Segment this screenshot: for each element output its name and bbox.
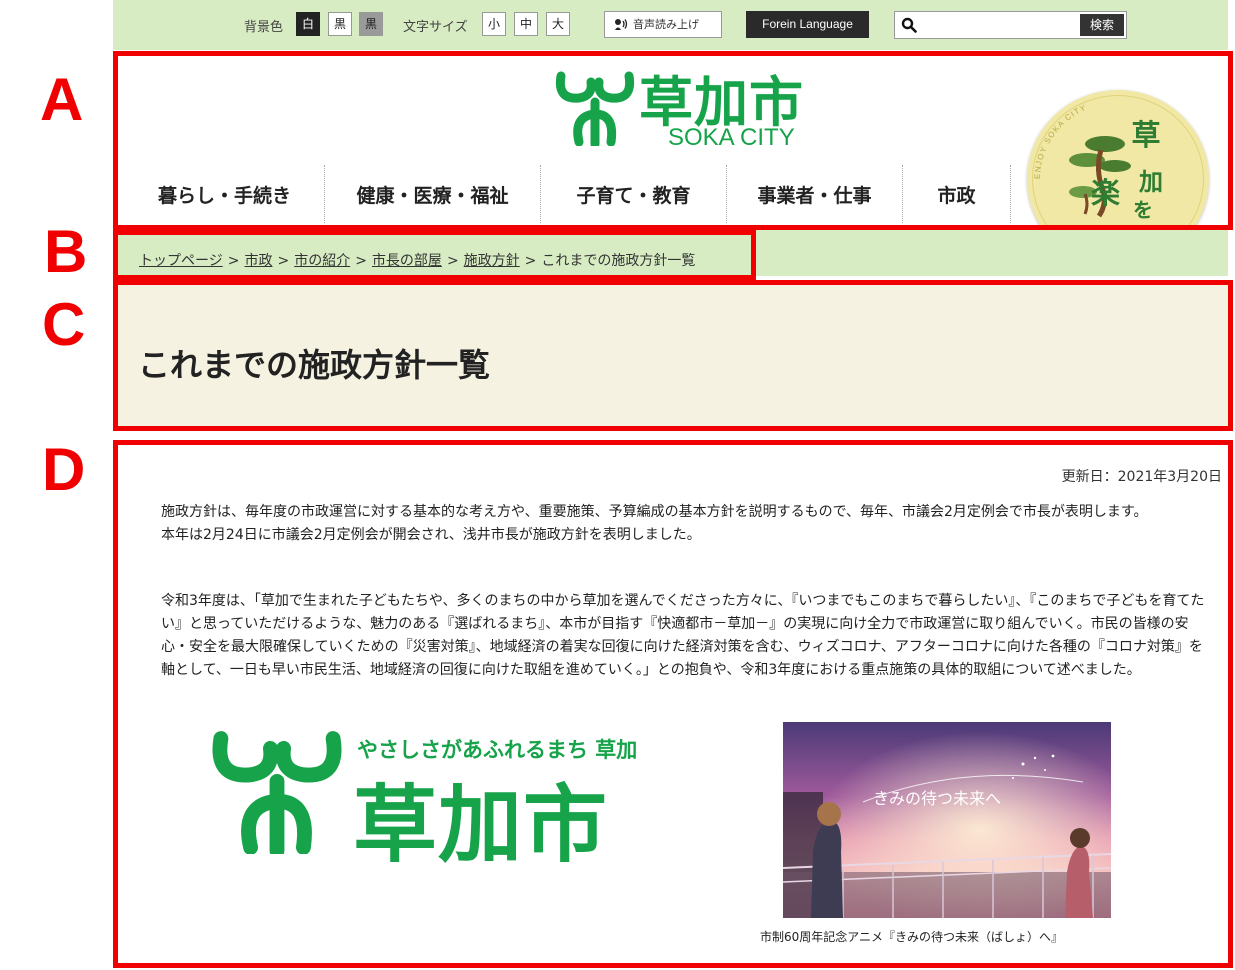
voice-readout-button[interactable]: 音声読み上げ: [604, 11, 722, 38]
badge-char-wo: を: [1133, 198, 1153, 222]
annotation-letter-b: B: [44, 218, 88, 285]
breadcrumb-link-mayors-room[interactable]: 市長の部屋: [372, 253, 442, 269]
breadcrumb-link-policy[interactable]: 施政方針: [464, 253, 520, 269]
breadcrumb-separator: >: [277, 253, 290, 269]
policy-paragraph: 令和3年度は、「草加で生まれた子どもたちや、多くのまちの中から草加を選んでくださ…: [161, 593, 1205, 678]
intro-line-2: 本年は2月24日に市議会2月定例会が開会され、浅井市長が施政方針を表明しました。: [161, 527, 701, 543]
voice-readout-label: 音声読み上げ: [633, 18, 699, 31]
updated-date: 更新日：2021年3月20日: [1061, 469, 1222, 485]
annotation-letter-c: C: [42, 291, 86, 358]
nav-item-childcare[interactable]: 子育て・教育: [541, 165, 727, 223]
badge-char-ka: 加: [1139, 168, 1163, 196]
badge-char-raku: 楽: [1091, 176, 1121, 210]
breadcrumb: トップページ > 市政 > 市の紹介 > 市長の部屋 > 施政方針 > これまでの施政方針一覧: [139, 250, 695, 270]
badge-char-sou: 草: [1131, 118, 1161, 152]
font-medium-button[interactable]: 中: [514, 12, 538, 36]
soka-city-emblem-icon: [555, 71, 635, 146]
breadcrumb-link-city-intro[interactable]: 市の紹介: [294, 253, 350, 269]
foreign-language-button[interactable]: Forein Language: [746, 11, 869, 38]
nav-item-business[interactable]: 事業者・仕事: [727, 165, 903, 223]
breadcrumb-current: これまでの施政方針一覧: [541, 253, 696, 269]
speaker-icon: [615, 19, 628, 30]
search-box: 検索: [894, 11, 1127, 39]
font-large-button[interactable]: 大: [546, 12, 570, 36]
background-color-label: 背景色: [244, 20, 284, 35]
breadcrumb-separator: >: [524, 253, 537, 269]
site-logo[interactable]: 草加市 SOKA CITY: [553, 64, 823, 154]
search-icon: [901, 17, 917, 33]
breadcrumb-link-top[interactable]: トップページ: [139, 253, 223, 269]
bg-option-dark-button[interactable]: 黒: [359, 12, 383, 36]
nav-item-living[interactable]: 暮らし・手続き: [125, 165, 325, 223]
bg-option-black-button[interactable]: 黒: [328, 12, 352, 36]
utility-bar: 背景色 白 黒 黒 文字サイズ 小 中 大 音声読み上げ Forein Lang…: [113, 0, 1228, 50]
annotation-letter-d: D: [42, 436, 86, 503]
annotation-letter-a: A: [40, 66, 84, 133]
bg-option-white-button[interactable]: 白: [296, 12, 320, 36]
search-button[interactable]: 検索: [1080, 14, 1124, 36]
page-title: これまでの施政方針一覧: [138, 346, 491, 384]
banner-title: 草加市: [353, 776, 609, 874]
nav-item-city-government[interactable]: 市政: [903, 165, 1011, 223]
logo-subtitle: SOKA CITY: [668, 124, 795, 151]
search-input[interactable]: [923, 14, 1073, 36]
global-nav: 暮らし・手続き 健康・医療・福祉 子育て・教育 事業者・仕事 市政: [125, 165, 1011, 223]
soka-city-banner[interactable]: やさしさがあふれるまち 草加 草加市: [207, 722, 637, 874]
anime-caption-link[interactable]: 市制60周年記念アニメ『きみの待つ未来（ばしょ）へ』: [760, 928, 1063, 945]
breadcrumb-separator: >: [227, 253, 240, 269]
breadcrumb-separator: >: [446, 253, 459, 269]
breadcrumb-link-city-government[interactable]: 市政: [244, 253, 272, 269]
anime-scene-illustration: きみの待つ未来へ: [783, 722, 1111, 918]
breadcrumb-separator: >: [355, 253, 367, 269]
font-small-button[interactable]: 小: [482, 12, 506, 36]
intro-paragraph: 施政方針は、毎年度の市政運営に対する基本的な考え方や、重要施策、予算編成の基本方…: [161, 501, 1213, 547]
soka-city-emblem-large-icon: [212, 731, 342, 854]
font-size-label: 文字サイズ: [403, 20, 468, 35]
intro-line-1: 施政方針は、毎年度の市政運営に対する基本的な考え方や、重要施策、予算編成の基本方…: [161, 504, 1148, 520]
anime-banner[interactable]: きみの待つ未来へ: [783, 722, 1111, 918]
nav-item-health[interactable]: 健康・医療・福祉: [325, 165, 541, 223]
anime-title: きみの待つ未来へ: [873, 789, 1001, 808]
